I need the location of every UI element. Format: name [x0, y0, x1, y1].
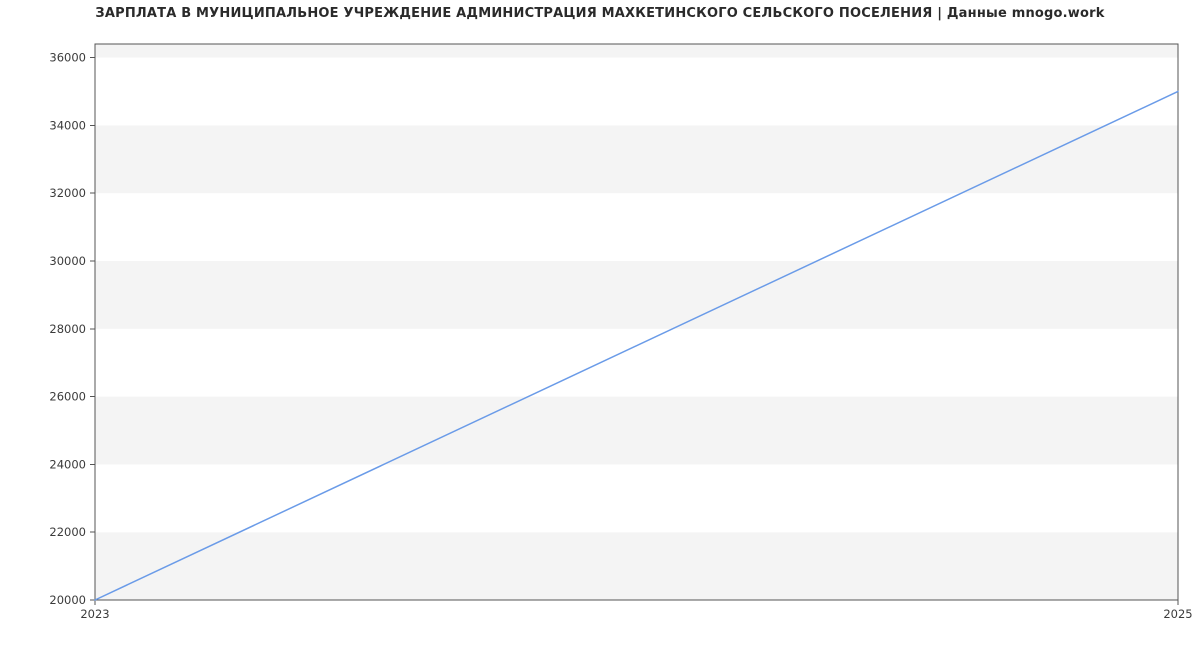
- y-tick-label: 30000: [49, 254, 86, 268]
- y-tick-label: 24000: [49, 457, 86, 471]
- grid-band: [95, 261, 1178, 329]
- y-tick-label: 36000: [49, 51, 86, 65]
- x-tick-label: 2025: [1163, 607, 1192, 621]
- chart-svg: 20000 22000 24000 26000 28000 30000 32000 34000…: [0, 0, 1200, 650]
- y-tick-label: 26000: [49, 390, 86, 404]
- chart-title: ЗАРПЛАТА В МУНИЦИПАЛЬНОЕ УЧРЕЖДЕНИЕ АДМИ…: [0, 6, 1200, 21]
- grid-band: [95, 125, 1178, 193]
- y-tick-label: 28000: [49, 322, 86, 336]
- grid-band: [95, 464, 1178, 532]
- y-tick-label: 22000: [49, 525, 86, 539]
- chart-container: ЗАРПЛАТА В МУНИЦИПАЛЬНОЕ УЧРЕЖДЕНИЕ АДМИ…: [0, 0, 1200, 650]
- grid-band: [95, 329, 1178, 397]
- grid-band: [95, 58, 1178, 126]
- grid-band: [95, 397, 1178, 465]
- y-tick-label: 34000: [49, 118, 86, 132]
- y-tick-label: 20000: [49, 593, 86, 607]
- grid-band: [95, 193, 1178, 261]
- x-tick-label: 2023: [80, 607, 109, 621]
- grid-band: [95, 532, 1178, 600]
- y-tick-label: 32000: [49, 186, 86, 200]
- grid-band: [95, 44, 1178, 58]
